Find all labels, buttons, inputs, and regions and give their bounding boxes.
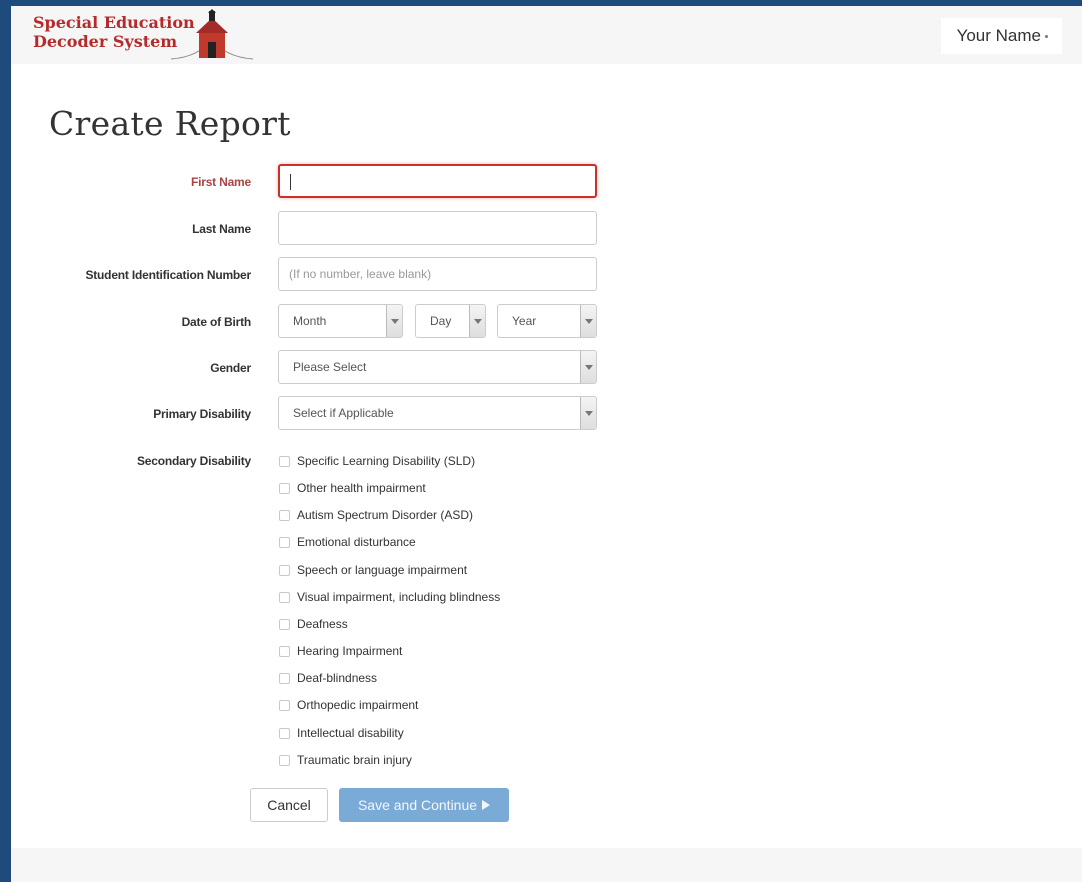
secondary-disability-option[interactable]: Traumatic brain injury <box>279 751 412 769</box>
secondary-disability-option[interactable]: Speech or language impairment <box>279 561 467 579</box>
checkbox[interactable] <box>279 727 290 739</box>
secondary-disability-option[interactable]: Deaf-blindness <box>279 669 377 687</box>
option-label: Specific Learning Disability (SLD) <box>297 454 476 468</box>
option-label: Emotional disturbance <box>297 535 416 549</box>
option-label: Speech or language impairment <box>297 563 468 577</box>
chevron-down-icon <box>580 305 596 337</box>
chevron-down-icon <box>469 305 485 337</box>
save-and-continue-button[interactable]: Save and Continue <box>339 788 509 822</box>
user-name-label: Your Name <box>956 26 1041 45</box>
checkbox[interactable] <box>279 591 290 603</box>
option-label: Traumatic brain injury <box>297 753 412 767</box>
student-id-input[interactable]: (If no number, leave blank) <box>278 257 597 291</box>
first-name-label: First Name <box>190 175 251 189</box>
checkbox[interactable] <box>279 754 290 766</box>
checkbox[interactable] <box>279 509 290 521</box>
option-label: Hearing Impairment <box>297 644 403 658</box>
primary-disability-value: Select if Applicable <box>293 406 394 420</box>
dropdown-indicator-icon <box>1045 35 1048 39</box>
page-footer <box>11 848 1082 882</box>
secondary-disability-option[interactable]: Emotional disturbance <box>279 533 416 551</box>
text-caret <box>290 173 291 190</box>
option-label: Orthopedic impairment <box>297 698 419 712</box>
play-arrow-icon <box>482 800 491 811</box>
chevron-down-icon <box>386 305 402 337</box>
dob-month-value: Month <box>293 314 327 328</box>
option-label: Intellectual disability <box>297 726 404 740</box>
dob-day-select[interactable]: Day <box>415 304 486 338</box>
secondary-disability-option[interactable]: Specific Learning Disability (SLD) <box>279 452 475 470</box>
gender-value: Please Select <box>293 360 367 374</box>
checkbox[interactable] <box>279 564 290 576</box>
last-name-label: Last Name <box>192 222 251 236</box>
dob-month-select[interactable]: Month <box>278 304 403 338</box>
gender-label: Gender <box>210 361 251 375</box>
secondary-disability-option[interactable]: Visual impairment, including blindness <box>279 588 500 606</box>
user-menu[interactable]: Your Name <box>940 18 1062 54</box>
checkbox[interactable] <box>279 455 290 467</box>
option-label: Visual impairment, including blindness <box>297 590 501 604</box>
dob-year-value: Year <box>512 314 537 328</box>
secondary-disability-option[interactable]: Orthopedic impairment <box>279 696 418 714</box>
primary-disability-select[interactable]: Select if Applicable <box>278 396 597 430</box>
checkbox[interactable] <box>279 699 290 711</box>
top-navbar: Special Education Decoder System Your Na… <box>11 6 1082 64</box>
secondary-disability-option[interactable]: Other health impairment <box>279 479 426 497</box>
dob-label: Date of Birth <box>181 315 252 329</box>
checkbox[interactable] <box>279 645 290 657</box>
gender-select[interactable]: Please Select <box>278 350 597 384</box>
secondary-disability-label: Secondary Disability <box>136 454 251 468</box>
checkbox[interactable] <box>279 536 290 548</box>
option-label: Autism Spectrum Disorder (ASD) <box>297 508 474 522</box>
primary-disability-label: Primary Disability <box>153 407 251 421</box>
option-label: Deaf-blindness <box>297 671 378 685</box>
first-name-input[interactable] <box>278 164 597 198</box>
chevron-down-icon <box>580 351 596 383</box>
secondary-disability-option[interactable]: Deafness <box>279 615 348 633</box>
checkbox[interactable] <box>279 482 290 494</box>
secondary-disability-option[interactable]: Hearing Impairment <box>279 642 402 660</box>
option-label: Other health impairment <box>297 481 426 495</box>
checkbox[interactable] <box>279 672 290 684</box>
student-id-label: Student Identification Number <box>85 268 251 282</box>
cancel-button[interactable]: Cancel <box>250 788 328 822</box>
schoolhouse-icon <box>170 9 254 60</box>
checkbox[interactable] <box>279 618 290 630</box>
secondary-disability-option[interactable]: Intellectual disability <box>279 724 404 742</box>
dob-year-select[interactable]: Year <box>497 304 597 338</box>
chevron-down-icon <box>580 397 596 429</box>
app-frame: Special Education Decoder System Your Na… <box>11 6 1082 882</box>
option-label: Deafness <box>297 617 348 631</box>
last-name-input[interactable] <box>278 211 597 245</box>
secondary-disability-option[interactable]: Autism Spectrum Disorder (ASD) <box>279 506 473 524</box>
page-title: Create Report <box>49 104 291 143</box>
save-button-label: Save and Continue <box>357 797 478 813</box>
dob-day-value: Day <box>430 314 452 328</box>
